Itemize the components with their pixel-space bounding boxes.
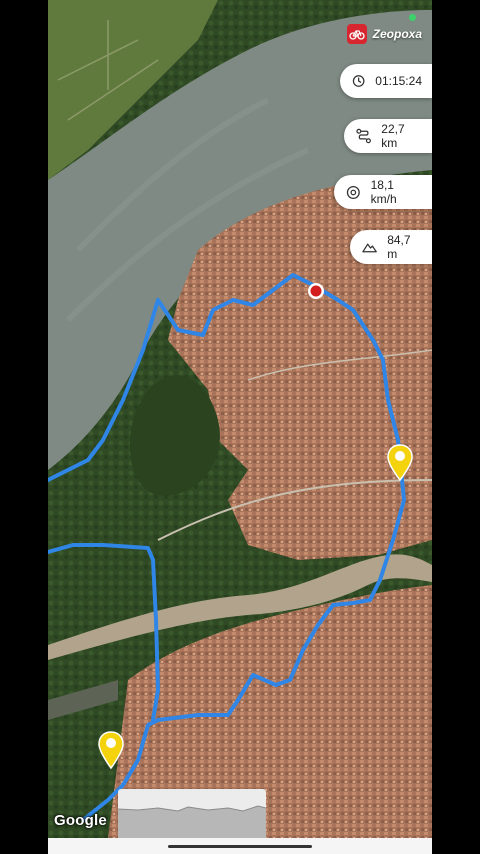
duration-stat: 01:15:24	[340, 64, 432, 98]
start-marker[interactable]	[308, 283, 324, 299]
speedometer-icon	[346, 185, 360, 199]
home-gesture-handle[interactable]	[168, 845, 312, 848]
clock-icon	[352, 75, 365, 87]
brand-name: Zeopoxa	[372, 27, 422, 41]
route-icon	[356, 128, 371, 144]
system-nav-bar	[48, 838, 432, 854]
elevation-profile-graph	[118, 805, 266, 838]
bicycle-icon	[346, 24, 367, 44]
google-attribution: Google	[54, 812, 107, 829]
speed-stat: 18,1 km/h	[334, 175, 432, 209]
elevation-profile-panel[interactable]	[118, 789, 266, 838]
elevation-value: 84,7 m	[387, 233, 411, 261]
speed-value: 18,1 km/h	[370, 178, 397, 206]
mountain-icon	[362, 243, 377, 253]
distance-stat: 22,7 km	[344, 119, 432, 153]
gps-status-dot	[409, 14, 416, 21]
map-viewport[interactable]: Zeopoxa 01:15:24 22,7 km 18,1 km/h 84,7 …	[48, 0, 432, 838]
distance-value: 22,7 km	[381, 122, 405, 150]
app-brand: Zeopoxa	[346, 24, 422, 44]
duration-value: 01:15:24	[375, 74, 422, 88]
elevation-stat: 84,7 m	[350, 230, 432, 264]
